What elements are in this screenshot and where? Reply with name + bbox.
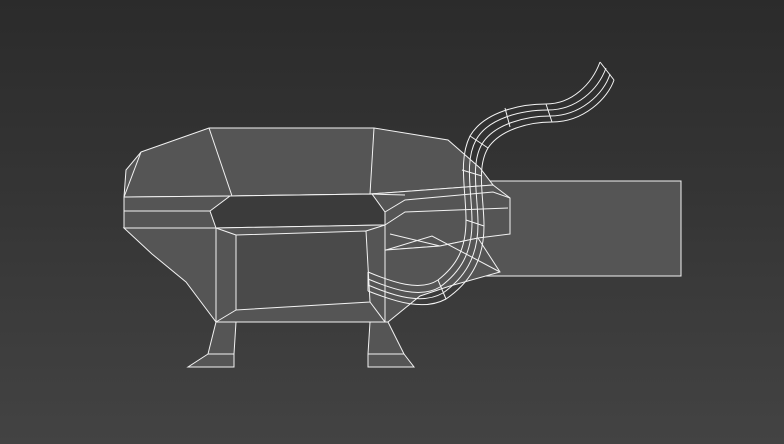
hose-rung-1 bbox=[545, 103, 553, 123]
cart-body[interactable] bbox=[122, 127, 511, 368]
3d-viewport[interactable] bbox=[0, 0, 784, 444]
window-top-frame bbox=[209, 193, 386, 229]
body-top-cap[interactable] bbox=[123, 127, 494, 198]
leg-front-left[interactable] bbox=[186, 321, 237, 368]
window-inner-panel[interactable] bbox=[235, 230, 371, 311]
scene-canvas[interactable] bbox=[0, 0, 784, 444]
leg-front-right[interactable] bbox=[367, 321, 416, 368]
